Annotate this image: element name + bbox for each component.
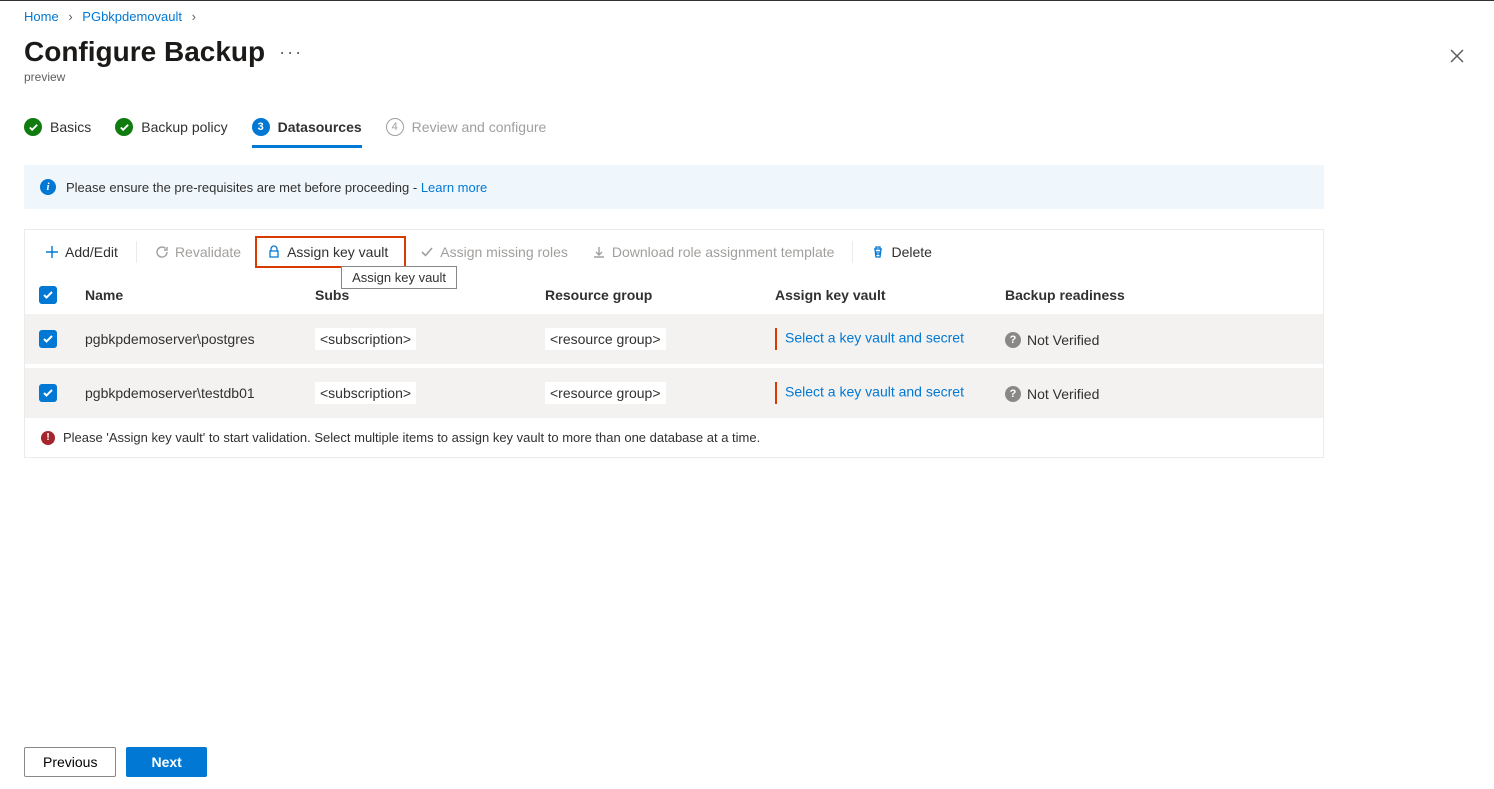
previous-button[interactable]: Previous	[24, 747, 116, 777]
validation-message: ! Please 'Assign key vault' to start val…	[25, 418, 1323, 457]
cell-subscription: <subscription>	[315, 382, 416, 404]
question-icon: ?	[1005, 332, 1021, 348]
plus-icon	[45, 245, 59, 259]
step-number-icon: 4	[386, 118, 404, 136]
tab-label: Basics	[50, 119, 91, 135]
add-edit-button[interactable]: Add/Edit	[35, 238, 128, 266]
trash-icon	[871, 245, 885, 259]
chevron-right-icon: ›	[192, 9, 196, 24]
tab-label: Datasources	[278, 119, 362, 135]
breadcrumb: Home › PGbkpdemovault ›	[24, 1, 1470, 36]
tab-label: Backup policy	[141, 119, 227, 135]
select-key-vault-link[interactable]: Select a key vault and secret	[785, 384, 964, 400]
table-row[interactable]: pgbkpdemoserver\postgres <subscription> …	[25, 314, 1323, 366]
separator	[136, 241, 137, 263]
assign-key-vault-button[interactable]: Assign key vault	[257, 238, 398, 266]
breadcrumb-home[interactable]: Home	[24, 9, 59, 24]
cell-readiness: Not Verified	[1027, 386, 1099, 402]
close-button[interactable]	[1450, 49, 1464, 63]
cell-subscription: <subscription>	[315, 328, 416, 350]
button-label: Download role assignment template	[612, 244, 835, 260]
button-label: Delete	[891, 244, 931, 260]
button-label: Revalidate	[175, 244, 241, 260]
banner-text: Please ensure the pre-requisites are met…	[66, 180, 421, 195]
col-name: Name	[71, 276, 301, 314]
required-indicator	[775, 382, 777, 404]
button-label: Assign key vault	[287, 244, 388, 260]
error-icon: !	[41, 431, 55, 445]
select-key-vault-link[interactable]: Select a key vault and secret	[785, 330, 964, 346]
learn-more-link[interactable]: Learn more	[421, 180, 487, 195]
breadcrumb-vault[interactable]: PGbkpdemovault	[82, 9, 182, 24]
cell-name: pgbkpdemoserver\testdb01	[71, 366, 301, 418]
col-assign-key-vault: Assign key vault	[761, 276, 991, 314]
cell-name: pgbkpdemoserver\postgres	[71, 314, 301, 366]
datasources-panel: Add/Edit Revalidate Assign key vault Ass…	[24, 229, 1324, 458]
check-icon	[420, 245, 434, 259]
download-icon	[592, 245, 606, 259]
page-title: Configure Backup	[24, 36, 265, 68]
chevron-right-icon: ›	[68, 9, 72, 24]
check-icon	[115, 118, 133, 136]
required-indicator	[775, 328, 777, 350]
col-backup-readiness: Backup readiness	[991, 276, 1323, 314]
tab-basics[interactable]: Basics	[24, 112, 91, 146]
row-checkbox[interactable]	[39, 330, 57, 348]
subtitle: preview	[24, 70, 1470, 84]
datasources-table: Name Subs Resource group Assign key vaul…	[25, 276, 1323, 418]
col-resource-group: Resource group	[531, 276, 761, 314]
tab-review-configure: 4 Review and configure	[386, 112, 547, 146]
check-icon	[24, 118, 42, 136]
button-label: Add/Edit	[65, 244, 118, 260]
step-number-icon: 3	[252, 118, 270, 136]
tab-datasources[interactable]: 3 Datasources	[252, 112, 362, 146]
toolbar: Add/Edit Revalidate Assign key vault Ass…	[25, 230, 1323, 276]
download-template-button: Download role assignment template	[582, 238, 845, 266]
table-row[interactable]: pgbkpdemoserver\testdb01 <subscription> …	[25, 366, 1323, 418]
footer-text: Please 'Assign key vault' to start valid…	[63, 430, 760, 445]
delete-button[interactable]: Delete	[861, 238, 941, 266]
info-icon: i	[40, 179, 56, 195]
row-checkbox[interactable]	[39, 384, 57, 402]
wizard-footer: Previous Next	[24, 747, 207, 777]
tooltip: Assign key vault	[341, 266, 457, 289]
wizard-tabs: Basics Backup policy 3 Datasources 4 Rev…	[24, 112, 1470, 147]
assign-missing-roles-button: Assign missing roles	[410, 238, 578, 266]
cell-resource-group: <resource group>	[545, 382, 666, 404]
highlight-box: Assign key vault Assign key vault	[255, 236, 406, 268]
button-label: Assign missing roles	[440, 244, 568, 260]
lock-icon	[267, 245, 281, 259]
tab-backup-policy[interactable]: Backup policy	[115, 112, 227, 146]
info-banner: i Please ensure the pre-requisites are m…	[24, 165, 1324, 209]
separator	[852, 241, 853, 263]
cell-resource-group: <resource group>	[545, 328, 666, 350]
select-all-checkbox[interactable]	[39, 286, 57, 304]
question-icon: ?	[1005, 386, 1021, 402]
more-icon[interactable]: ···	[279, 42, 303, 63]
refresh-icon	[155, 245, 169, 259]
tab-label: Review and configure	[412, 119, 547, 135]
revalidate-button: Revalidate	[145, 238, 251, 266]
next-button[interactable]: Next	[126, 747, 206, 777]
cell-readiness: Not Verified	[1027, 332, 1099, 348]
